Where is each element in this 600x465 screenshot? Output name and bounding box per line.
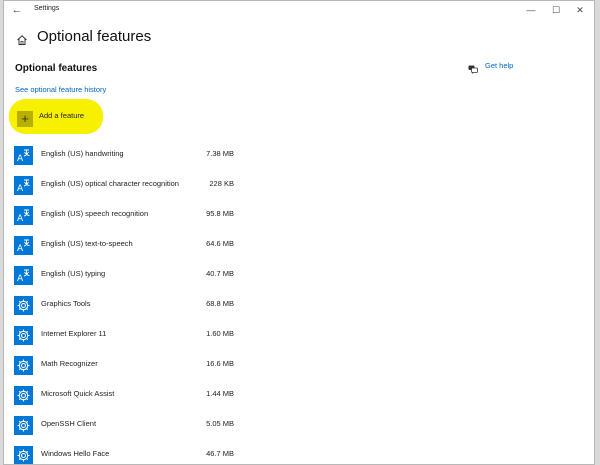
feature-item[interactable]: OpenSSH Client 5.05 MB: [14, 414, 254, 444]
minimize-button[interactable]: —: [524, 3, 538, 17]
add-feature-label[interactable]: Add a feature: [39, 111, 84, 120]
feature-list: A English (US) handwriting 7.38 MB A English…: [14, 144, 254, 464]
svg-text:A: A: [17, 274, 24, 283]
feature-item[interactable]: A English (US) optical character recognit…: [14, 174, 254, 204]
gear-icon: [14, 326, 33, 345]
feature-item[interactable]: A English (US) typing 40.7 MB: [14, 264, 254, 294]
gear-icon: [14, 296, 33, 315]
feature-size: 16.6 MB: [206, 359, 234, 368]
feature-name: English (US) handwriting: [41, 149, 124, 158]
feature-item[interactable]: Internet Explorer 11 1.60 MB: [14, 324, 254, 354]
home-icon[interactable]: [16, 33, 28, 45]
get-help-link[interactable]: Get help: [485, 61, 513, 70]
feature-name: English (US) text-to-speech: [41, 239, 133, 248]
gear-icon: [14, 356, 33, 375]
svg-text:A: A: [17, 184, 24, 193]
feature-size: 5.05 MB: [206, 419, 234, 428]
feature-item[interactable]: Math Recognizer 16.6 MB: [14, 354, 254, 384]
feature-size: 64.6 MB: [206, 239, 234, 248]
feature-item[interactable]: A English (US) text-to-speech 64.6 MB: [14, 234, 254, 264]
feature-size: 1.60 MB: [206, 329, 234, 338]
feature-name: English (US) optical character recogniti…: [41, 179, 179, 188]
feature-name: Math Recognizer: [41, 359, 98, 368]
settings-window: ← Settings — ☐ ✕ Optional features Optio…: [3, 0, 595, 465]
feature-size: 46.7 MB: [206, 449, 234, 458]
feature-size: 68.8 MB: [206, 299, 234, 308]
app-title: Settings: [34, 5, 60, 12]
feature-name: Windows Hello Face: [41, 449, 110, 458]
svg-text:A: A: [17, 244, 24, 253]
gear-icon: [14, 386, 33, 405]
language-icon: A: [14, 176, 33, 195]
feature-name: Internet Explorer 11: [41, 329, 107, 338]
maximize-button[interactable]: ☐: [549, 3, 563, 17]
back-button[interactable]: ←: [10, 3, 24, 17]
close-button[interactable]: ✕: [573, 3, 587, 17]
feature-item[interactable]: Microsoft Quick Assist 1.44 MB: [14, 384, 254, 414]
feature-size: 7.38 MB: [206, 149, 234, 158]
feature-name: OpenSSH Client: [41, 419, 97, 428]
feature-name: English (US) speech recognition: [41, 209, 149, 218]
feature-item[interactable]: A English (US) handwriting 7.38 MB: [14, 144, 254, 174]
feature-size: 95.8 MB: [206, 209, 234, 218]
feature-name: Microsoft Quick Assist: [41, 389, 115, 398]
feature-history-link[interactable]: See optional feature history: [15, 85, 106, 94]
gear-icon: [14, 446, 33, 464]
feature-item[interactable]: Windows Hello Face 46.7 MB: [14, 444, 254, 464]
svg-text:A: A: [17, 154, 24, 163]
language-icon: A: [14, 146, 33, 165]
title-bar: ← Settings — ☐ ✕: [4, 1, 594, 21]
feature-size: 40.7 MB: [206, 269, 234, 278]
feature-item[interactable]: Graphics Tools 68.8 MB: [14, 294, 254, 324]
chat-help-icon: [468, 61, 478, 74]
gear-icon: [14, 416, 33, 435]
feature-name: English (US) typing: [41, 269, 106, 278]
svg-text:A: A: [17, 214, 24, 223]
page-title: Optional features: [37, 28, 152, 45]
add-feature-button[interactable]: +: [17, 111, 33, 127]
feature-size: 1.44 MB: [206, 389, 234, 398]
language-icon: A: [14, 206, 33, 225]
section-title: Optional features: [15, 63, 98, 74]
language-icon: A: [14, 236, 33, 255]
feature-size: 228 KB: [209, 179, 234, 188]
feature-item[interactable]: A English (US) speech recognition 95.8 MB: [14, 204, 254, 234]
get-help[interactable]: Get help: [468, 59, 513, 74]
feature-name: Graphics Tools: [41, 299, 91, 308]
language-icon: A: [14, 266, 33, 285]
